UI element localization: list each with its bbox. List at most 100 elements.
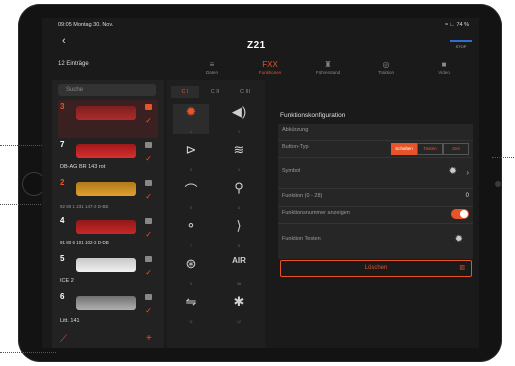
check-icon: ✓ <box>145 192 152 201</box>
loco-name: 92 80 1 231 147-2 D-BE <box>60 204 109 209</box>
config-box: Abkürzung Button-Typ Schalten Tasten Zei… <box>278 124 473 259</box>
symbol-row[interactable]: Symbol ✹ › <box>278 158 473 189</box>
test-function-row[interactable]: Funktion Testen ✹ <box>278 224 473 258</box>
delete-label: Löschen <box>364 265 388 271</box>
function-number: 11 <box>189 320 193 324</box>
list-item[interactable]: 2 ✓ 92 80 1 231 147-2 D-BE <box>58 176 158 214</box>
function-button[interactable]: ⊳ 3 <box>173 142 209 172</box>
list-item[interactable]: 7 ✓ DB-AG BR 143 rot <box>58 138 158 176</box>
loco-badge <box>145 256 152 262</box>
show-number-row: Funktionsnummer anzeigen <box>278 207 473 224</box>
app-title: Z21 <box>247 40 266 51</box>
segment-schalten[interactable]: Schalten <box>391 143 417 155</box>
locomotive-image <box>76 296 136 310</box>
tab-daten[interactable]: ≡ Daten <box>182 60 242 75</box>
callout-leader <box>492 157 514 158</box>
show-number-label: Funktionsnummer anzeigen <box>282 210 350 216</box>
list-item[interactable]: 3 ✓ <box>58 100 158 138</box>
show-number-toggle[interactable] <box>451 209 469 219</box>
check-icon: ✓ <box>145 116 152 125</box>
check-icon: ✓ <box>145 268 152 277</box>
tab-label: Funktionen <box>258 70 282 75</box>
tab-label: Führerstand <box>315 70 341 75</box>
function-button[interactable]: ≋ 4 <box>221 142 257 172</box>
tab-label: Video <box>438 70 450 75</box>
function-number: 7 <box>190 244 192 248</box>
loco-number: 4 <box>60 216 65 225</box>
tab-fuehrerstand[interactable]: ♜ Führerstand <box>298 60 358 75</box>
coupler-icon: ⚲ <box>234 180 244 195</box>
light-icon: ✹ <box>448 166 457 177</box>
door-icon: ⇋ <box>185 294 197 309</box>
loco-number: 2 <box>60 178 65 187</box>
chevron-right-icon: › <box>466 168 469 177</box>
video-icon: ■ <box>441 60 447 69</box>
car-icon: ⚬ <box>185 218 197 233</box>
button-type-row: Button-Typ Schalten Tasten Zeit <box>278 141 473 158</box>
edit-icon[interactable]: ⟋ <box>60 334 67 345</box>
function-button[interactable]: ✱ 12 <box>221 294 257 324</box>
function-button[interactable]: ⇋ 11 <box>173 294 209 324</box>
compressor-icon: ⊛ <box>185 256 197 271</box>
light-icon[interactable]: ✹ <box>455 234 463 245</box>
function-number: 8 <box>238 244 240 248</box>
loco-list: Suche 3 ✓ 7 ✓ DB-AG BR 143 rot 2 ✓ 92 80… <box>52 80 164 348</box>
function-number-row[interactable]: Funktion (0 - 28) 0 <box>278 190 473 207</box>
loco-badge <box>145 218 152 224</box>
tab-bar: ≡ Daten FXX Funktionen ♜ Führerstand ◎ T… <box>182 60 479 80</box>
function-number-value: 0 <box>465 193 469 199</box>
search-input[interactable]: Suche <box>58 84 156 96</box>
tab-funktionen[interactable]: FXX Funktionen <box>240 60 300 75</box>
sound-icon: ◀) <box>231 104 247 119</box>
symbol-label: Symbol <box>282 168 301 174</box>
status-bar: 09:05 Montag 30. Nov. ≈ ∟ 74 % <box>42 18 479 30</box>
check-icon: ✓ <box>145 306 152 315</box>
function-button[interactable]: ⌒ 5 <box>173 180 209 210</box>
list-item[interactable]: 5 ✓ ICE 2 <box>58 252 158 290</box>
driver-icon: ♜ <box>324 60 332 69</box>
segment-tasten[interactable]: Tasten <box>417 143 443 155</box>
segment-zeit[interactable]: Zeit <box>443 143 469 155</box>
function-button[interactable]: ⚬ 7 <box>173 218 209 248</box>
function-button[interactable]: ◀) 2 <box>221 104 257 134</box>
tab-c3[interactable]: C III <box>231 86 259 98</box>
loco-number: 3 <box>60 102 65 111</box>
tab-video[interactable]: ■ Video <box>414 60 474 75</box>
entry-count: 12 Einträge <box>58 61 89 67</box>
function-button[interactable]: ⟩ 8 <box>221 218 257 248</box>
loco-badge <box>145 142 152 148</box>
function-button[interactable]: ⊛ 9 <box>173 256 209 286</box>
delete-button[interactable]: Löschen ▥ <box>280 260 472 277</box>
tab-traktion[interactable]: ◎ Traktion <box>356 60 416 75</box>
list-item[interactable]: 6 ✓ Litt. 141 <box>58 290 158 328</box>
button-type-label: Button-Typ <box>282 144 309 150</box>
tab-label: Traktion <box>377 70 395 75</box>
loco-badge <box>145 180 152 186</box>
toggle-knob <box>460 210 468 218</box>
loco-name: 91 80 6 101 102-2 D-DB <box>60 240 109 245</box>
function-number: 3 <box>190 168 192 172</box>
tab-c1[interactable]: C I <box>171 86 199 98</box>
air-icon: AIR <box>232 256 246 265</box>
brake-icon: ✱ <box>233 294 245 309</box>
loco-name: DB-AG BR 143 rot <box>60 164 106 170</box>
list-item[interactable]: 4 ✓ 91 80 6 101 102-2 D-DB <box>58 214 158 252</box>
abbreviation-field[interactable]: Abkürzung <box>278 124 473 141</box>
whistle-icon: ⌒ <box>184 183 198 198</box>
trash-icon: ▥ <box>459 265 465 271</box>
engine-sound-icon: ≋ <box>233 142 245 157</box>
function-config: Funktionskonfiguration Abkürzung Button-… <box>278 110 473 310</box>
locomotive-image <box>76 220 136 234</box>
function-button[interactable]: ⚲ 6 <box>221 180 257 210</box>
function-button[interactable]: AIR 10 <box>221 256 257 286</box>
function-number-label: Funktion (0 - 28) <box>282 193 323 199</box>
stop-button[interactable]: STOP <box>450 40 472 50</box>
add-icon[interactable]: + <box>146 333 152 344</box>
tab-c2[interactable]: C II <box>201 86 229 98</box>
back-button[interactable]: ‹ <box>62 35 66 47</box>
config-title: Funktionskonfiguration <box>280 112 346 119</box>
light-icon: ✹ <box>185 104 197 119</box>
function-button[interactable]: ✹ 1 <box>173 104 209 134</box>
list-icon: ≡ <box>209 60 215 69</box>
locomotive-image <box>76 182 136 196</box>
